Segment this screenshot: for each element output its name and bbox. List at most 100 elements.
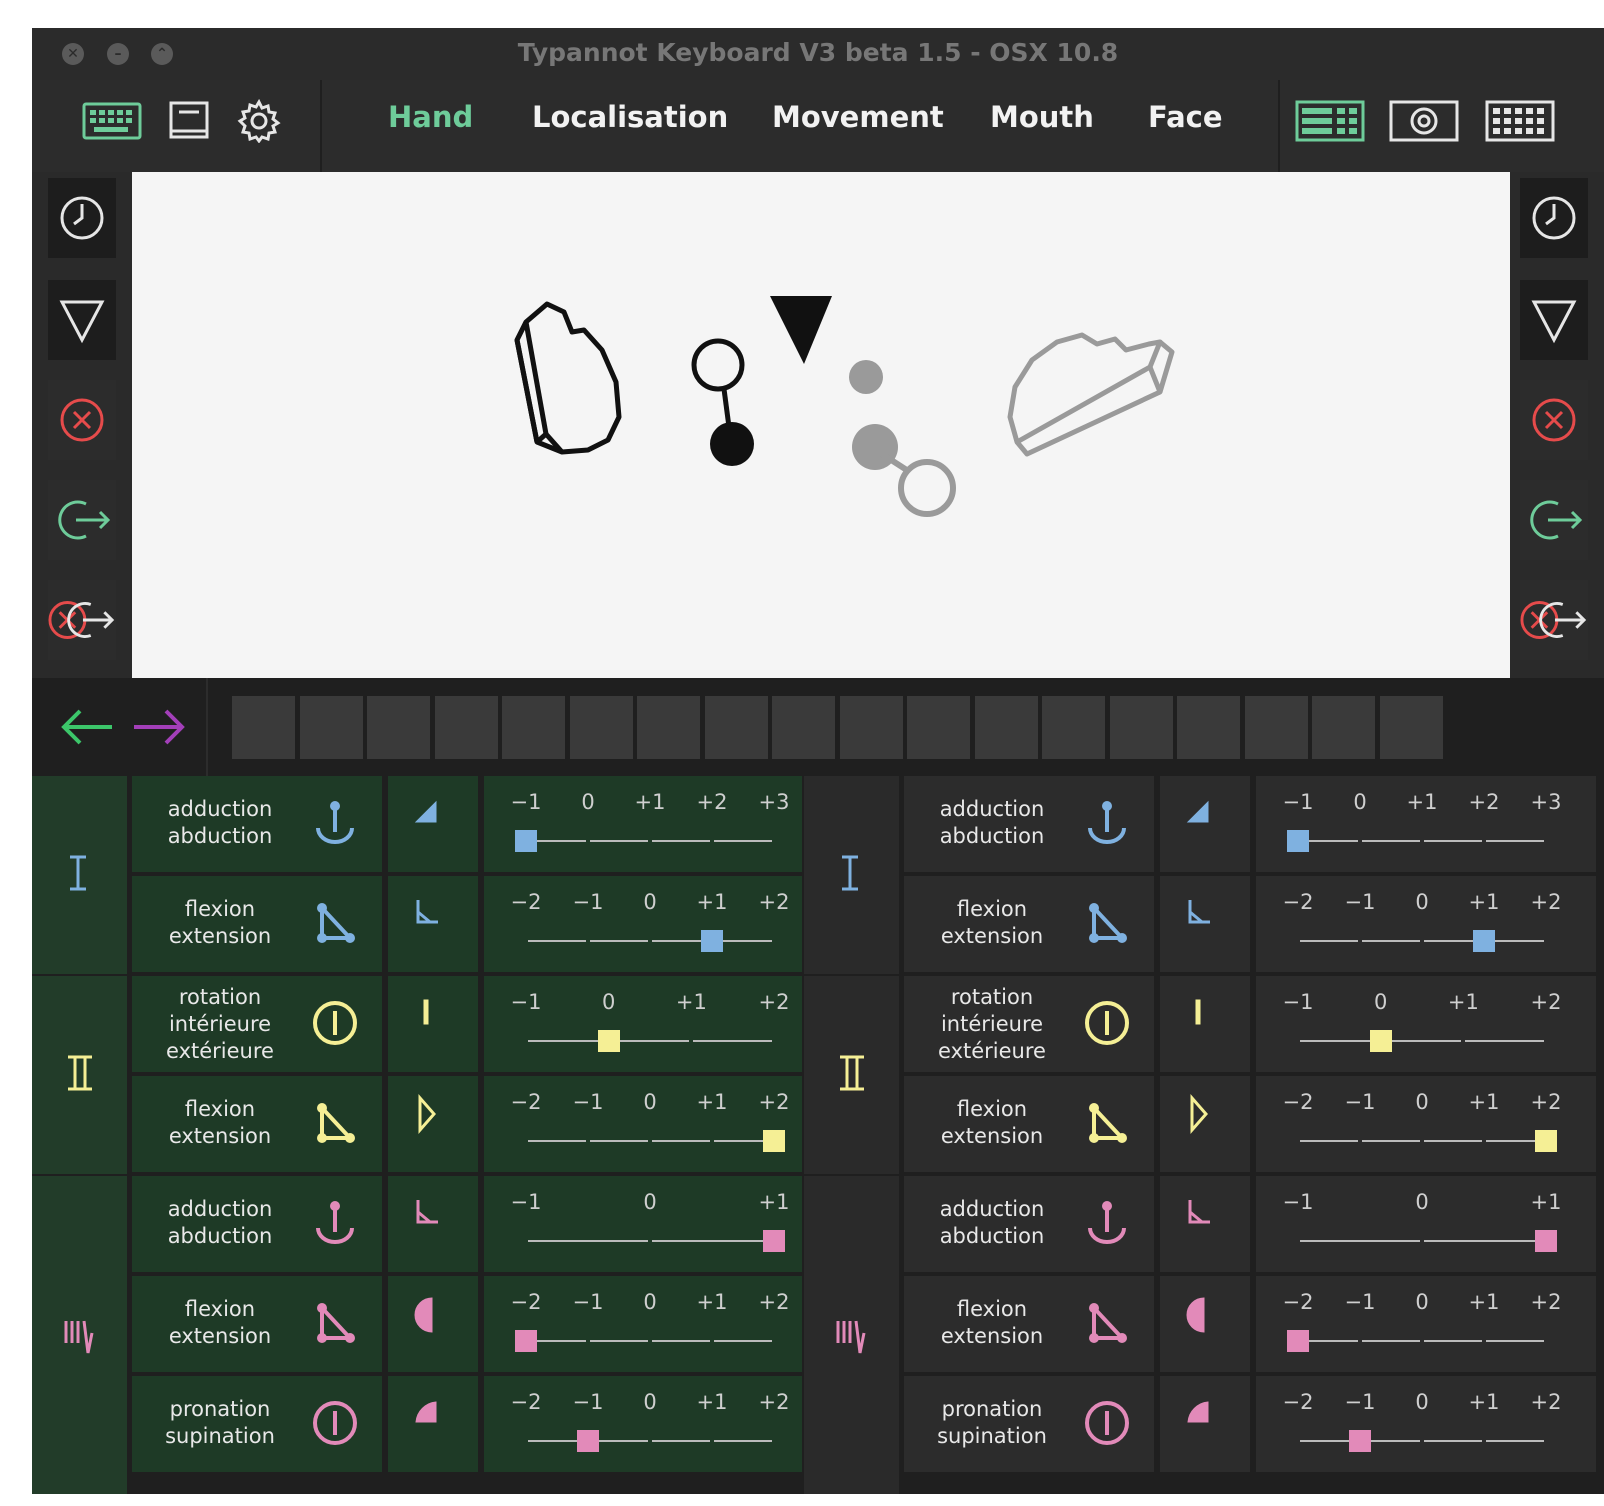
glyph-canvas[interactable] bbox=[132, 172, 1510, 678]
exit-button-right[interactable] bbox=[1520, 480, 1588, 560]
exit-button[interactable] bbox=[48, 480, 116, 560]
triangle-button-right[interactable] bbox=[1520, 280, 1588, 360]
tick-label: 0 bbox=[1415, 890, 1429, 914]
parameter-row[interactable]: pronation supination bbox=[132, 1376, 382, 1472]
slider-thumb[interactable] bbox=[1287, 1330, 1309, 1352]
label-line: rotation bbox=[178, 985, 262, 1009]
value-slider[interactable]: −1 0 +1 bbox=[1256, 1176, 1596, 1272]
parameter-row[interactable]: pronation supination bbox=[904, 1376, 1154, 1472]
parameter-row[interactable]: flexion extension bbox=[132, 1276, 382, 1372]
sequence-slot[interactable] bbox=[1042, 696, 1105, 759]
sequence-slot[interactable] bbox=[1244, 696, 1308, 759]
layout-icon[interactable] bbox=[1294, 98, 1366, 144]
sequence-slot[interactable] bbox=[637, 696, 700, 759]
slider-thumb[interactable] bbox=[577, 1430, 599, 1452]
slider-thumb[interactable] bbox=[1535, 1230, 1557, 1252]
sequence-slot[interactable] bbox=[502, 696, 565, 759]
sequence-slot[interactable] bbox=[1109, 696, 1173, 759]
sequence-slot[interactable] bbox=[1177, 696, 1240, 759]
value-slider[interactable]: −2 −1 0 +1 +2 bbox=[1256, 1376, 1596, 1472]
parameter-row[interactable]: flexion extension bbox=[132, 1076, 382, 1172]
clock-button-right[interactable] bbox=[1520, 178, 1588, 258]
label-line: flexion bbox=[956, 1097, 1028, 1121]
sequence-slot[interactable] bbox=[839, 696, 903, 759]
slider-track bbox=[1300, 1140, 1358, 1142]
parameter-row[interactable]: rotation intérieure extérieure bbox=[904, 976, 1154, 1072]
parameter-row[interactable]: flexion extension bbox=[904, 1276, 1154, 1372]
slider-thumb[interactable] bbox=[1473, 930, 1495, 952]
value-slider[interactable]: −1 0 +1 +2 +3 bbox=[484, 776, 802, 872]
back-arrow-icon[interactable] bbox=[58, 706, 116, 752]
sequence-slot[interactable] bbox=[974, 696, 1038, 759]
parameter-label: adduction abduction bbox=[132, 796, 308, 850]
cancel-button[interactable] bbox=[48, 380, 116, 460]
parameter-label: rotation intérieure extérieure bbox=[132, 984, 308, 1065]
sequence-slot[interactable] bbox=[299, 696, 363, 759]
sequence-slot[interactable] bbox=[772, 696, 835, 759]
sequence-slot[interactable] bbox=[704, 696, 768, 759]
slider-thumb[interactable] bbox=[1369, 1030, 1392, 1052]
tab-hand[interactable]: Hand bbox=[388, 100, 473, 134]
cancel-button-right[interactable] bbox=[1520, 380, 1588, 460]
slider-thumb[interactable] bbox=[763, 1130, 785, 1152]
gear-icon[interactable] bbox=[234, 98, 284, 144]
sequence-slot[interactable] bbox=[1379, 696, 1443, 759]
sequence-slot[interactable] bbox=[232, 696, 295, 759]
cancel-exit-button-right[interactable] bbox=[1520, 580, 1588, 660]
target-icon[interactable] bbox=[1388, 98, 1460, 144]
shape-icon bbox=[410, 1394, 446, 1440]
parameter-row[interactable]: flexion extension bbox=[904, 876, 1154, 972]
value-slider[interactable]: −1 0 +1 +2 bbox=[484, 976, 802, 1072]
tab-face[interactable]: Face bbox=[1148, 100, 1223, 134]
slider-thumb[interactable] bbox=[763, 1230, 785, 1252]
roman-II-icon bbox=[67, 1055, 92, 1091]
slider-thumb[interactable] bbox=[597, 1030, 620, 1052]
sequence-slot[interactable] bbox=[434, 696, 498, 759]
value-slider[interactable]: −2 −1 0 +1 +2 bbox=[484, 1276, 802, 1372]
cancel-icon bbox=[60, 398, 104, 442]
sequence-slot[interactable] bbox=[569, 696, 633, 759]
sequence-slot[interactable] bbox=[1312, 696, 1375, 759]
parameter-row[interactable]: flexion extension bbox=[904, 1076, 1154, 1172]
tab-mouth[interactable]: Mouth bbox=[990, 100, 1094, 134]
value-slider[interactable]: −2 −1 0 +1 +2 bbox=[484, 876, 802, 972]
cancel-exit-button[interactable] bbox=[48, 580, 116, 660]
parameter-row[interactable]: adduction abduction bbox=[132, 1176, 382, 1272]
tick-label: −2 bbox=[1282, 1390, 1314, 1414]
parameter-row[interactable]: rotation intérieure extérieure bbox=[132, 976, 382, 1072]
tick-label: +2 bbox=[696, 790, 728, 814]
slider-track bbox=[1424, 1340, 1482, 1342]
grid-keyboard-icon[interactable] bbox=[1484, 98, 1556, 144]
value-slider[interactable]: −1 0 +1 +2 +3 bbox=[1256, 776, 1596, 872]
sequence-slot[interactable] bbox=[367, 696, 430, 759]
keyboard-icon[interactable] bbox=[80, 98, 144, 144]
parameter-row[interactable]: adduction abduction bbox=[904, 1176, 1154, 1272]
tab-localisation[interactable]: Localisation bbox=[532, 100, 728, 134]
value-slider[interactable]: −1 0 +1 bbox=[484, 1176, 802, 1272]
sequence-slot[interactable] bbox=[907, 696, 970, 759]
triangle-button[interactable] bbox=[48, 280, 116, 360]
slider-thumb[interactable] bbox=[1287, 830, 1309, 852]
tick-label: +2 bbox=[1530, 990, 1562, 1014]
parameter-row[interactable]: adduction abduction bbox=[904, 776, 1154, 872]
value-slider[interactable]: −1 0 +1 +2 bbox=[1256, 976, 1596, 1072]
value-slider[interactable]: −2 −1 0 +1 +2 bbox=[1256, 876, 1596, 972]
value-slider[interactable]: −2 −1 0 +1 +2 bbox=[484, 1376, 802, 1472]
slider-thumb[interactable] bbox=[1349, 1430, 1371, 1452]
tick-label: +1 bbox=[758, 1190, 790, 1214]
book-icon[interactable] bbox=[164, 98, 214, 144]
slider-thumb[interactable] bbox=[515, 830, 537, 852]
value-slider[interactable]: −2 −1 0 +1 +2 bbox=[1256, 1076, 1596, 1172]
slider-track bbox=[590, 940, 648, 942]
slider-thumb[interactable] bbox=[701, 930, 723, 952]
shape-icon bbox=[1160, 1076, 1250, 1172]
parameter-row[interactable]: flexion extension bbox=[132, 876, 382, 972]
parameter-row[interactable]: adduction abduction bbox=[132, 776, 382, 872]
value-slider[interactable]: −2 −1 0 +1 +2 bbox=[1256, 1276, 1596, 1372]
forward-arrow-icon[interactable] bbox=[130, 706, 188, 752]
tab-movement[interactable]: Movement bbox=[772, 100, 944, 134]
slider-thumb[interactable] bbox=[1535, 1130, 1557, 1152]
clock-button[interactable] bbox=[48, 178, 116, 258]
value-slider[interactable]: −2 −1 0 +1 +2 bbox=[484, 1076, 802, 1172]
slider-thumb[interactable] bbox=[515, 1330, 537, 1352]
